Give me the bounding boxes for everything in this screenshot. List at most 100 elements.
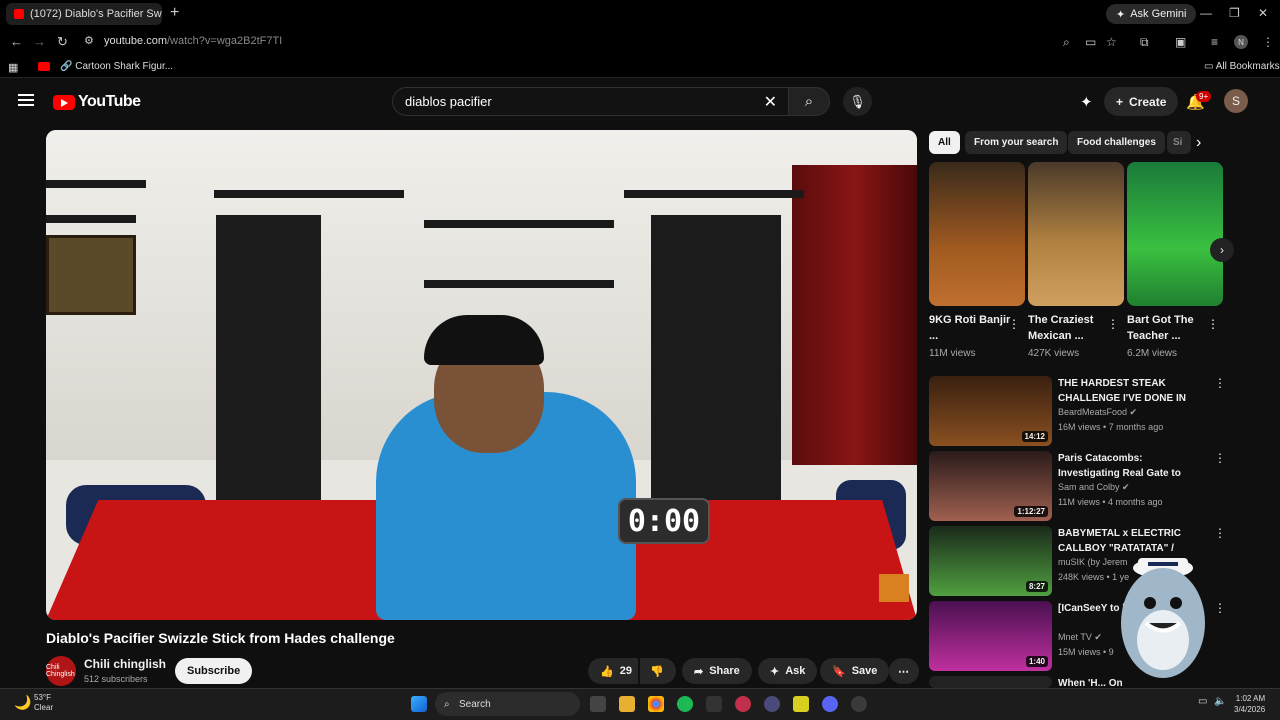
all-bookmarks[interactable]: ▭ All Bookmarks [1204,61,1280,72]
app-icon[interactable] [764,696,780,712]
video-duration: 1:40 [1025,656,1048,667]
like-button[interactable]: 👍 29 [588,658,638,684]
spotify-icon[interactable] [677,696,693,712]
account-avatar[interactable]: S [1224,89,1248,113]
short-title[interactable]: The Craziest Mexican ... [1028,312,1112,344]
channel-avatar[interactable]: Chili Chinglish [46,656,76,686]
more-vertical-icon[interactable]: ⋮ [1214,451,1226,465]
zoom-icon[interactable]: ⌕ [1063,35,1070,50]
video-thumbnail[interactable] [929,676,1052,688]
video-duration: 14:12 [1021,431,1048,442]
video-thumbnail[interactable]: 1:12:27 [929,451,1052,521]
reload-icon[interactable]: ↻ [57,34,68,50]
clock-date: 3/4/2026 [1234,705,1266,714]
more-vertical-icon[interactable]: ⋮ [1214,376,1226,390]
more-actions-button[interactable]: ⋯ [889,658,919,684]
channel-watermark[interactable] [879,574,909,602]
video-thumbnail[interactable]: 14:12 [929,376,1052,446]
bookmark-star-icon[interactable]: ☆ [1106,35,1117,49]
youtube-logo[interactable]: YouTube [53,93,141,111]
thumbs-down-icon: 👎 [650,665,664,678]
back-icon[interactable]: ← [10,34,23,49]
ask-gemini-button[interactable]: ✦ Ask Gemini [1106,4,1197,24]
close-window-icon[interactable]: ✕ [1258,6,1268,20]
ask-button[interactable]: ✦ Ask [758,658,818,684]
forward-icon[interactable]: → [33,34,46,49]
create-button[interactable]: + Create [1104,87,1179,116]
media-icon[interactable]: ≡ [1211,35,1218,49]
chip-food-challenges[interactable]: Food challenges [1068,131,1165,154]
map-pin-icon[interactable] [735,696,751,712]
chevron-right-icon[interactable]: › [1196,134,1201,152]
short-thumbnail[interactable] [929,162,1025,306]
browser-profile-avatar[interactable]: N [1234,35,1248,49]
sidebar-icon[interactable]: ▣ [1175,35,1186,49]
video-thumbnail[interactable]: 8:27 [929,526,1052,596]
browser-menu-icon[interactable]: ⋮ [1262,35,1274,49]
browser-tab[interactable]: (1072) Diablo's Pacifier Swi 🔊 ✕ [6,3,162,25]
save-button[interactable]: 🔖 Save [820,658,890,684]
chip-si[interactable]: Si [1167,131,1191,154]
video-player[interactable]: 0:00 [46,130,917,620]
short-title[interactable]: Bart Got The Teacher ... [1127,312,1211,344]
weather-condition: Clear [34,703,54,712]
url-host: youtube.com [104,35,167,47]
new-tab-button[interactable]: + [170,4,179,22]
short-menu-icon[interactable]: ⋮ [1207,317,1219,331]
shark-figure [1121,558,1205,678]
app-icon[interactable] [706,696,722,712]
app-icon[interactable] [851,696,867,712]
youtube-bookmark-icon[interactable] [38,62,50,71]
more-vertical-icon[interactable]: ⋮ [1214,526,1226,540]
shorts-next-button[interactable]: › [1210,238,1234,262]
cast-icon[interactable]: ▭ [1085,35,1096,49]
video-title[interactable]: THE HARDEST STEAK CHALLENGE I'VE DONE IN… [1058,376,1193,406]
chip-all[interactable]: All [929,131,960,154]
short-menu-icon[interactable]: ⋮ [1008,317,1020,331]
short-thumbnail[interactable] [1028,162,1124,306]
taskbar-search[interactable]: ⌕ Search [435,692,580,716]
share-button[interactable]: ➦ Share [682,658,752,684]
apps-grid-icon[interactable]: ▦ [8,61,18,74]
chip-from-your-search[interactable]: From your search [965,131,1068,154]
discord-icon[interactable] [822,696,838,712]
minimize-icon[interactable]: — [1200,6,1212,20]
ai-sparkle-icon[interactable]: ✦ [1080,93,1093,111]
list-item[interactable]: 14:12 THE HARDEST STEAK CHALLENGE I'VE D… [929,376,1226,446]
search-input[interactable]: diablos pacifier ✕ [392,87,790,116]
volume-icon[interactable]: 🔈 [1214,696,1226,707]
short-title[interactable]: 9KG Roti Banjir ... [929,312,1013,344]
task-view-icon[interactable] [590,696,606,712]
channel-name[interactable]: Sam and Colby ✔ [1058,482,1130,493]
list-item[interactable]: 1:12:27 Paris Catacombs: Investigating R… [929,451,1226,521]
search-button[interactable]: ⌕ [788,87,830,116]
clear-search-icon[interactable]: ✕ [764,92,777,112]
subscribe-button[interactable]: Subscribe [175,658,253,684]
short-menu-icon[interactable]: ⋮ [1107,317,1119,331]
restore-icon[interactable]: ❐ [1229,6,1240,20]
chrome-icon[interactable] [648,696,664,712]
weather-icon[interactable]: 🌙 [14,694,31,711]
channel-name[interactable]: Chili chinglish [84,657,166,671]
network-icon[interactable]: ▭ [1198,696,1207,707]
voice-search-button[interactable]: 🎙 [843,87,872,116]
channel-name[interactable]: Mnet TV ✔ [1058,632,1102,643]
video-meta: 16M views • 7 months ago [1058,422,1164,432]
video-thumbnail[interactable]: 1:40 [929,601,1052,671]
hamburger-menu-icon[interactable] [18,94,34,106]
file-explorer-icon[interactable] [619,696,635,712]
channel-name[interactable]: BeardMeatsFood ✔ [1058,407,1137,418]
bookmark-cartoon-shark[interactable]: 🔗 Cartoon Shark Figur... [60,61,173,72]
windows-start-icon[interactable] [411,696,427,712]
create-label: Create [1129,94,1167,109]
extensions-icon[interactable]: ⧉ [1140,35,1149,50]
browser-tab-strip: (1072) Diablo's Pacifier Swi 🔊 ✕ + ✦ Ask… [0,0,1280,28]
short-thumbnail[interactable] [1127,162,1223,306]
url-field[interactable]: youtube.com/watch?v=wga2B2tF7TI [104,35,282,47]
dislike-button[interactable]: 👎 [640,658,676,684]
site-info-icon[interactable]: ⚙ [84,34,94,47]
video-title[interactable]: Paris Catacombs: Investigating Real Gate… [1058,451,1193,481]
system-clock[interactable]: 1:02 AM 3/4/2026 [1234,693,1265,715]
app-icon[interactable] [793,696,809,712]
weather-widget[interactable]: 53°F Clear [34,693,53,713]
